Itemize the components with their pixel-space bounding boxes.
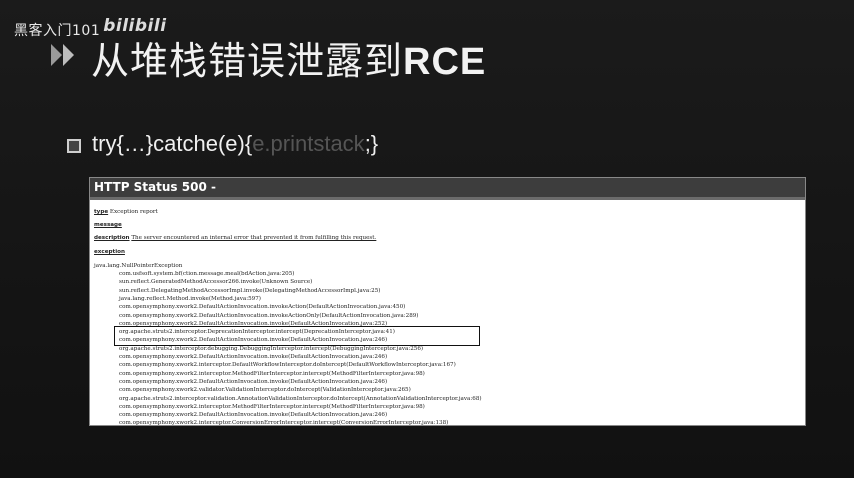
message-row: message (94, 222, 122, 229)
stack-trace-line: com.opensymphony.xwork2.DefaultActionInv… (119, 378, 388, 385)
title-cn: 从堆栈错误泄露到 (91, 39, 404, 83)
type-row: type Exception report (94, 209, 158, 216)
description-row: description The server encountered an in… (94, 235, 376, 242)
stack-trace-line: sun.reflect.DelegatingMethodAccessorImpl… (119, 287, 381, 294)
stack-trace-line: org.apache.struts2.interceptor.debugging… (119, 345, 424, 352)
slide: 黑客入门101 bilibili 从堆栈错误泄露到RCE try{…}catche… (0, 0, 854, 478)
code-bullet: try{…}catche(e){e.printstack;} (92, 131, 378, 157)
message-label: message (94, 222, 122, 228)
highlight-box (114, 326, 480, 346)
stack-trace-line: com.opensymphony.xwork2.interceptor.Defa… (119, 362, 456, 369)
http-status-header: HTTP Status 500 - (90, 178, 805, 200)
double-arrow-icon (51, 44, 74, 66)
stack-trace-line: com.opensymphony.xwork2.DefaultActionInv… (119, 312, 419, 319)
bullet-square-icon (67, 139, 81, 153)
code-part2: ;} (364, 131, 379, 156)
code-dim: e.printstack (252, 131, 365, 156)
type-value: Exception report (109, 209, 158, 215)
exception-first: java.lang.NullPointerException (94, 263, 183, 269)
stack-trace-line: org.apache.struts2.interceptor.validatio… (119, 395, 482, 402)
error-page-screenshot: HTTP Status 500 - type Exception report … (89, 177, 806, 426)
stack-trace-line: com.opensymphony.xwork2.interceptor.Meth… (119, 370, 425, 377)
exception-label: exception (94, 249, 125, 255)
stack-trace-line: com.opensymphony.xwork2.DefaultActionInv… (119, 304, 406, 311)
exception-row: exception (94, 249, 125, 256)
stack-trace-line: java.lang.reflect.Method.invoke(Method.j… (119, 295, 261, 302)
watermark-text: 黑客入门101 (14, 23, 101, 39)
stack-trace-line: com.usfsoft.system.bf(ction.message.meal… (119, 271, 295, 277)
description-label: description (94, 235, 130, 241)
stack-trace-line: com.opensymphony.xwork2.DefaultActionInv… (119, 412, 388, 419)
slide-title: 从堆栈错误泄露到RCE (91, 30, 486, 85)
code-part1: try{…}catche(e){ (92, 131, 253, 156)
type-label: type (94, 209, 109, 215)
stack-trace-line: com.opensymphony.xwork2.interceptor.Conv… (119, 420, 449, 426)
stack-trace-line: com.opensymphony.xwork2.DefaultActionInv… (119, 354, 388, 360)
title-latin: RCE (403, 41, 487, 83)
stack-trace-line: sun.reflect.GeneratedMethodAccessor266.i… (119, 279, 313, 286)
description-value: The server encountered an internal error… (131, 235, 377, 241)
stack-trace-line: com.opensymphony.xwork2.validator.Valida… (119, 387, 411, 394)
stack-trace-line: com.opensymphony.xwork2.interceptor.Meth… (119, 403, 425, 410)
